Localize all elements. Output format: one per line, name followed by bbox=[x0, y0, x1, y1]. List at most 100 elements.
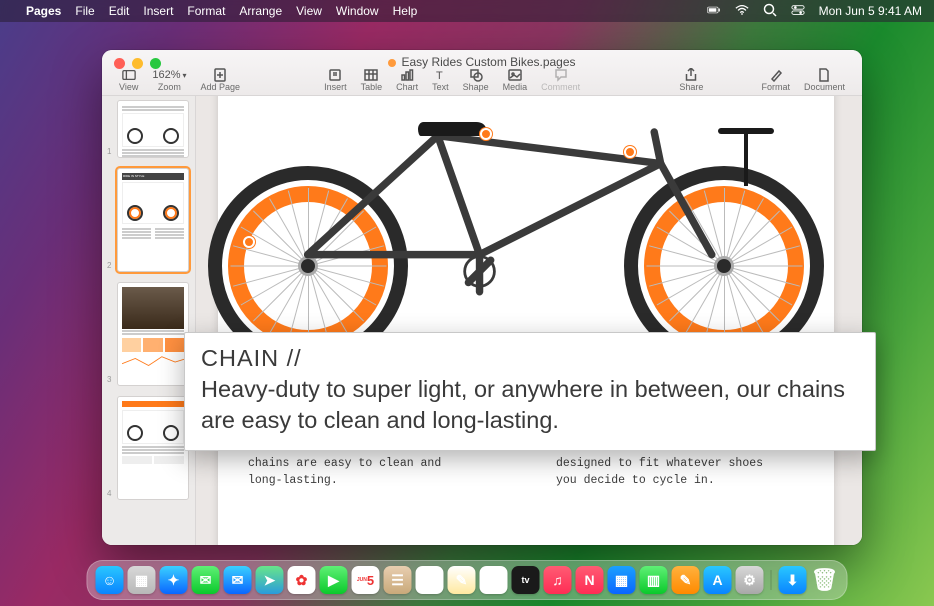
handlebar bbox=[744, 134, 748, 186]
dock-trash[interactable]: 🗑 bbox=[811, 566, 839, 594]
comment-label: Comment bbox=[541, 82, 580, 92]
callout-dot bbox=[480, 128, 492, 140]
thumbnail-3[interactable] bbox=[117, 282, 189, 386]
thumbnail-4[interactable] bbox=[117, 396, 189, 500]
insert-button[interactable]: Insert bbox=[324, 68, 347, 92]
view-label: View bbox=[119, 82, 138, 92]
menubar: Pages File Edit Insert Format Arrange Vi… bbox=[0, 0, 934, 22]
callout-dot bbox=[624, 146, 636, 158]
plus-icon bbox=[213, 68, 227, 82]
zoom-label: Zoom bbox=[158, 82, 181, 92]
dock-maps[interactable]: ➤ bbox=[256, 566, 284, 594]
menu-format[interactable]: Format bbox=[187, 4, 225, 18]
dock-pages[interactable]: ✎ bbox=[672, 566, 700, 594]
dock-appstore[interactable]: A bbox=[704, 566, 732, 594]
dock-calendar[interactable]: JUN5 bbox=[352, 566, 380, 594]
sidebar-icon bbox=[122, 68, 136, 82]
dock-settings[interactable]: ⚙ bbox=[736, 566, 764, 594]
control-center-icon[interactable] bbox=[791, 3, 805, 20]
comment-button[interactable]: Comment bbox=[541, 68, 580, 92]
document-canvas[interactable]: CHAIN // Heavy-duty to super light, or a… bbox=[196, 96, 862, 545]
dock-reminders[interactable]: ☰ bbox=[416, 566, 444, 594]
callout-dot bbox=[243, 236, 255, 248]
share-button[interactable]: Share bbox=[679, 68, 703, 92]
menu-arrange[interactable]: Arrange bbox=[239, 4, 282, 18]
wifi-icon[interactable] bbox=[735, 3, 749, 20]
thumbnail-1[interactable] bbox=[117, 100, 189, 158]
doc-icon bbox=[817, 68, 831, 82]
text-button[interactable]: T Text bbox=[432, 68, 449, 92]
dock-keynote[interactable]: ▦ bbox=[608, 566, 636, 594]
titlebar: Easy Rides Custom Bikes.pages View 162% … bbox=[102, 50, 862, 96]
shape-icon bbox=[469, 68, 483, 82]
table-button[interactable]: Table bbox=[361, 68, 383, 92]
dock-tv[interactable]: tv bbox=[512, 566, 540, 594]
dock-facetime[interactable]: ▶ bbox=[320, 566, 348, 594]
text-icon: T bbox=[433, 68, 447, 82]
battery-icon[interactable] bbox=[707, 3, 721, 20]
share-label: Share bbox=[679, 82, 703, 92]
menu-insert[interactable]: Insert bbox=[143, 4, 173, 18]
dock: ☺▦✦✉✉➤✿▶JUN5☰☰✎✐tv♫N▦▥✎A⚙⬇🗑 bbox=[87, 560, 848, 600]
table-icon bbox=[364, 68, 378, 82]
menu-edit[interactable]: Edit bbox=[109, 4, 130, 18]
page-content: CHAIN // Heavy-duty to super light, or a… bbox=[218, 96, 834, 545]
hover-text-magnifier: CHAIN // Heavy-duty to super light, or a… bbox=[184, 332, 876, 451]
menu-view[interactable]: View bbox=[296, 4, 322, 18]
app-name[interactable]: Pages bbox=[26, 4, 61, 18]
page-number: 2 bbox=[107, 261, 111, 270]
dock-photos[interactable]: ✿ bbox=[288, 566, 316, 594]
zoom-value: 162% bbox=[152, 68, 186, 82]
bike-illustration bbox=[238, 106, 814, 366]
table-label: Table bbox=[361, 82, 383, 92]
dock-contacts[interactable]: ☰ bbox=[384, 566, 412, 594]
dock-music[interactable]: ♫ bbox=[544, 566, 572, 594]
shape-label: Shape bbox=[463, 82, 489, 92]
menubar-clock[interactable]: Mon Jun 5 9:41 AM bbox=[819, 4, 922, 18]
dock-downloads[interactable]: ⬇ bbox=[779, 566, 807, 594]
chart-icon bbox=[400, 68, 414, 82]
thumbnail-2[interactable]: RIDE IN STYLE bbox=[117, 168, 189, 272]
shape-button[interactable]: Shape bbox=[463, 68, 489, 92]
media-label: Media bbox=[503, 82, 528, 92]
zoom-control[interactable]: 162% Zoom bbox=[152, 68, 186, 92]
chart-button[interactable]: Chart bbox=[396, 68, 418, 92]
page-number: 1 bbox=[107, 147, 111, 156]
dock-safari[interactable]: ✦ bbox=[160, 566, 188, 594]
add-page-button[interactable]: Add Page bbox=[201, 68, 241, 92]
brush-icon bbox=[769, 68, 783, 82]
dock-news[interactable]: N bbox=[576, 566, 604, 594]
dock-mail[interactable]: ✉ bbox=[224, 566, 252, 594]
page-number: 3 bbox=[107, 375, 111, 384]
chart-label: Chart bbox=[396, 82, 418, 92]
dock-notes[interactable]: ✎ bbox=[448, 566, 476, 594]
dock-finder[interactable]: ☺ bbox=[96, 566, 124, 594]
pages-window: Easy Rides Custom Bikes.pages View 162% … bbox=[102, 50, 862, 545]
bike-frame bbox=[238, 106, 814, 348]
insert-icon bbox=[328, 68, 342, 82]
document-button[interactable]: Document bbox=[804, 68, 845, 92]
spotlight-icon[interactable] bbox=[763, 3, 777, 20]
media-button[interactable]: Media bbox=[503, 68, 528, 92]
hover-body: Heavy-duty to super light, or anywhere i… bbox=[201, 374, 859, 436]
comment-icon bbox=[554, 68, 568, 82]
menu-help[interactable]: Help bbox=[393, 4, 418, 18]
menu-window[interactable]: Window bbox=[336, 4, 379, 18]
share-icon bbox=[684, 68, 698, 82]
dock-launchpad[interactable]: ▦ bbox=[128, 566, 156, 594]
media-icon bbox=[508, 68, 522, 82]
page-thumbnails[interactable]: 1 2 RIDE IN STYLE 3 bbox=[102, 96, 196, 545]
toolbar: View 162% Zoom Add Page Insert bbox=[102, 67, 862, 93]
view-button[interactable]: View bbox=[119, 68, 138, 92]
dock-messages[interactable]: ✉ bbox=[192, 566, 220, 594]
format-button[interactable]: Format bbox=[761, 68, 790, 92]
hover-header: CHAIN // bbox=[201, 343, 859, 374]
menu-file[interactable]: File bbox=[75, 4, 94, 18]
format-label: Format bbox=[761, 82, 790, 92]
saddle bbox=[418, 122, 486, 136]
svg-text:T: T bbox=[436, 70, 443, 82]
document-label: Document bbox=[804, 82, 845, 92]
page-number: 4 bbox=[107, 489, 111, 498]
dock-numbers[interactable]: ▥ bbox=[640, 566, 668, 594]
dock-freeform[interactable]: ✐ bbox=[480, 566, 508, 594]
